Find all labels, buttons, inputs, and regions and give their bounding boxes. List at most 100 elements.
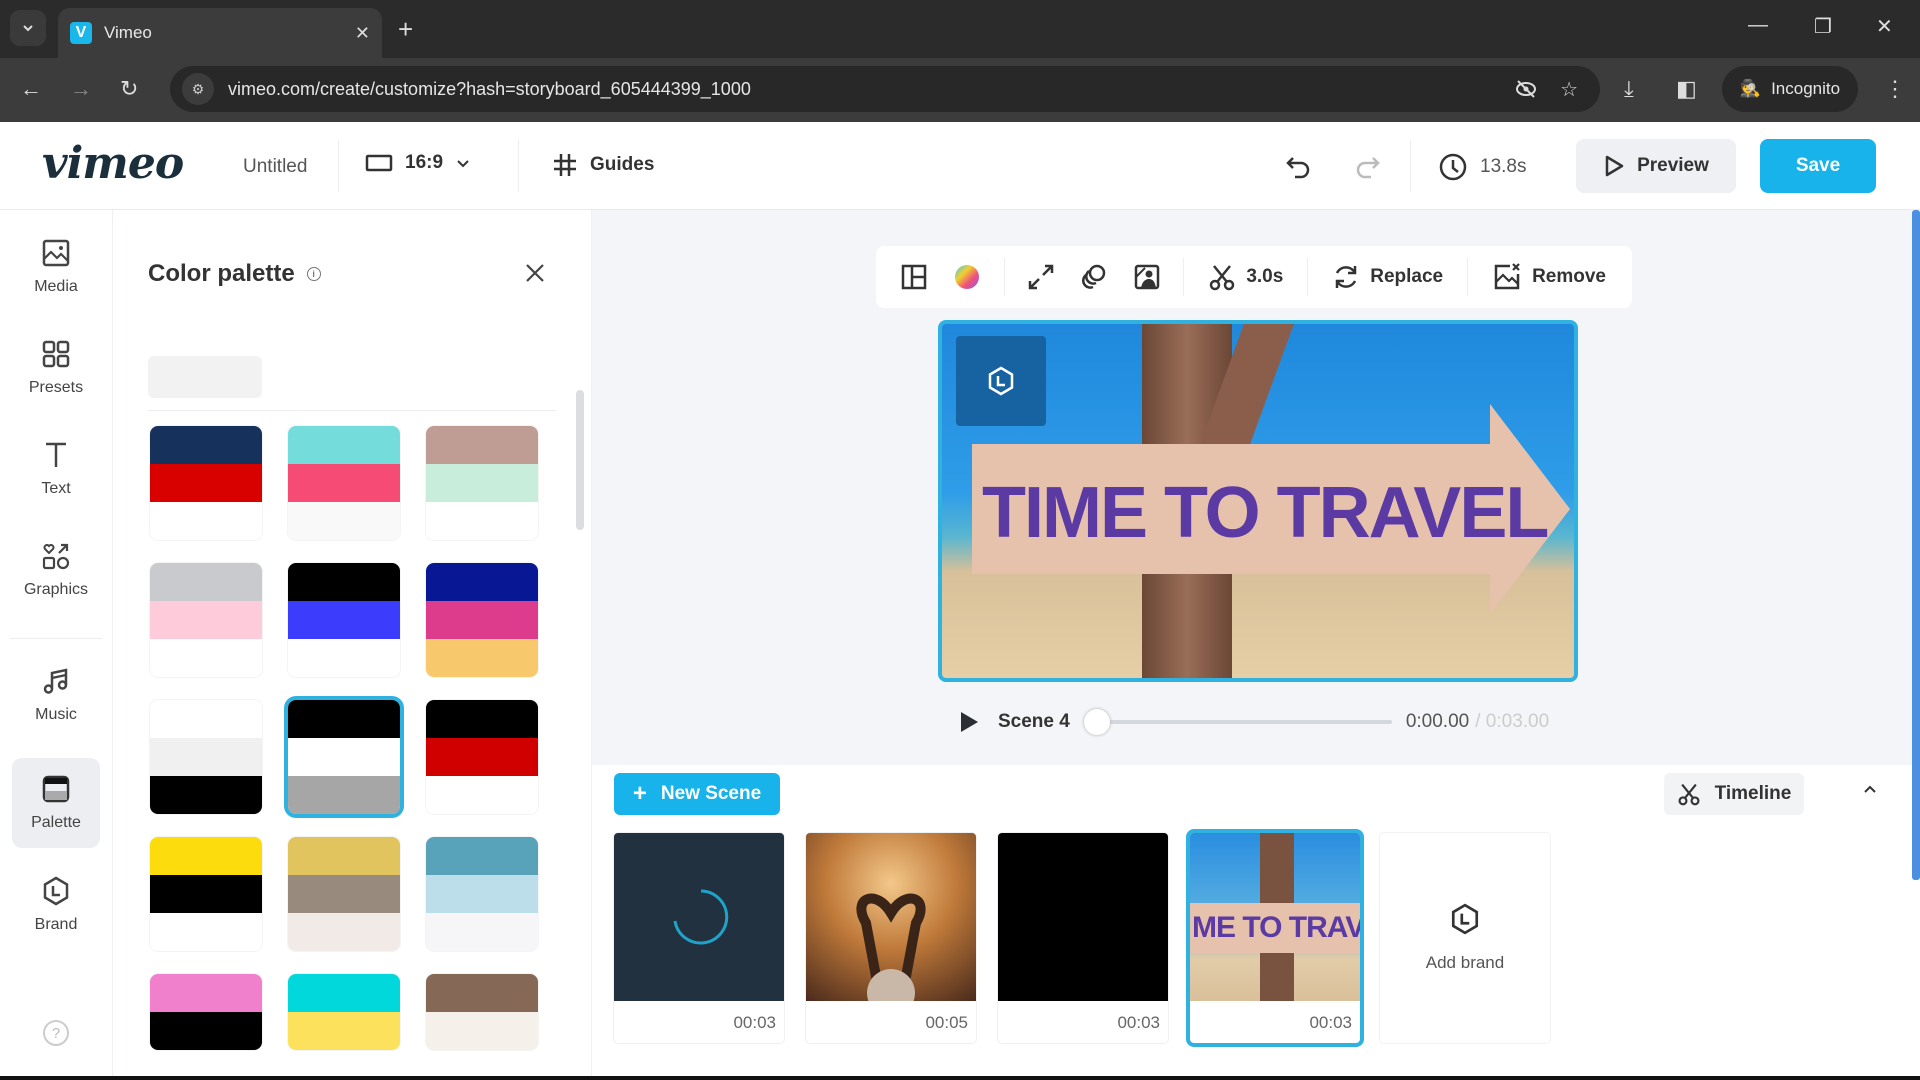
timeline-button[interactable]: Timeline: [1664, 773, 1804, 815]
left-sidebar: Media Presets Text Graphics Music Palett…: [0, 210, 113, 1080]
palette-swatch[interactable]: [150, 974, 262, 1050]
palette-color-band: [426, 426, 538, 464]
palette-swatch[interactable]: [426, 426, 538, 540]
undo-button[interactable]: [1284, 152, 1314, 182]
url-text[interactable]: vimeo.com/create/customize?hash=storyboa…: [228, 79, 1514, 100]
scene-card-4[interactable]: ME TO TRAVEL 00:03: [1190, 833, 1360, 1043]
palette-color-band: [288, 601, 400, 639]
palette-color-band: [426, 837, 538, 875]
overlay-icon: [1082, 264, 1106, 289]
palette-color-band: [426, 1012, 538, 1050]
sidebar-item-brand[interactable]: Brand: [12, 860, 100, 950]
palette-swatch[interactable]: [426, 837, 538, 951]
palette-swatch[interactable]: [150, 837, 262, 951]
scene-card-2[interactable]: 00:05: [806, 833, 976, 1043]
palette-swatch[interactable]: [150, 700, 262, 814]
scene-text[interactable]: TIME TO TRAVEL: [982, 472, 1549, 554]
side-panel-icon[interactable]: ◧: [1676, 76, 1697, 102]
incognito-badge[interactable]: 🕵 Incognito: [1722, 66, 1858, 112]
sidebar-item-text[interactable]: Text: [12, 424, 100, 514]
brand-icon: [43, 876, 69, 906]
chevron-down-icon: [23, 25, 33, 32]
kebab-menu-icon[interactable]: ⋮: [1884, 76, 1906, 102]
palette-color-band: [288, 913, 400, 951]
panel-scrollbar[interactable]: [576, 390, 584, 530]
save-button[interactable]: Save: [1760, 139, 1876, 193]
download-icon[interactable]: ⤓: [1624, 76, 1634, 102]
palette-color-band: [288, 776, 400, 814]
restore-icon[interactable]: ❐: [1814, 14, 1832, 39]
minimize-icon[interactable]: —: [1748, 14, 1768, 37]
new-tab-button[interactable]: +: [398, 14, 413, 45]
scene-card-1[interactable]: 00:03: [614, 833, 784, 1043]
palette-swatch[interactable]: [288, 974, 400, 1050]
remove-button[interactable]: Remove: [1478, 262, 1620, 292]
palette-swatch[interactable]: [426, 974, 538, 1050]
scene-card-3[interactable]: 00:03: [998, 833, 1168, 1043]
guides-button[interactable]: Guides: [552, 152, 654, 178]
duration-value: 13.8s: [1480, 156, 1527, 177]
eye-off-icon[interactable]: [1514, 77, 1538, 101]
project-title[interactable]: Untitled: [243, 156, 307, 178]
loading-spinner-icon: [673, 889, 729, 945]
window-close-icon[interactable]: ✕: [1876, 14, 1893, 39]
sidebar-label: Graphics: [23, 581, 89, 598]
sidebar-label: Brand: [34, 916, 78, 933]
custom-palette-swatch[interactable]: [148, 356, 262, 398]
preview-button[interactable]: Preview: [1576, 139, 1736, 193]
overlay-button[interactable]: [1068, 257, 1121, 297]
layout-button[interactable]: [888, 257, 941, 297]
aspect-ratio-value: 16:9: [405, 152, 444, 173]
replace-button[interactable]: Replace: [1318, 263, 1457, 291]
redo-button[interactable]: [1352, 152, 1382, 182]
palette-swatch[interactable]: [288, 837, 400, 951]
scene-label: Scene 4: [998, 711, 1070, 732]
scene-duration: 00:03: [1309, 1013, 1352, 1032]
palette-swatch[interactable]: [150, 426, 262, 540]
palette-swatch[interactable]: [426, 700, 538, 814]
expand-button[interactable]: [1015, 257, 1068, 297]
vimeo-logo[interactable]: vimeo: [42, 138, 184, 189]
background-remove-button[interactable]: [1121, 257, 1174, 297]
info-icon[interactable]: i: [306, 267, 321, 281]
aspect-ratio-select[interactable]: 16:9: [365, 152, 471, 174]
palette-color-band: [426, 700, 538, 738]
palette-swatch[interactable]: [288, 426, 400, 540]
sidebar-item-media[interactable]: Media: [12, 222, 100, 312]
tab-close-icon[interactable]: ✕: [355, 23, 370, 44]
palette-swatch[interactable]: [426, 563, 538, 677]
play-icon[interactable]: [958, 710, 980, 734]
star-icon[interactable]: ☆: [1560, 77, 1578, 102]
palette-color-band: [426, 502, 538, 540]
tab-search-button[interactable]: [10, 10, 46, 46]
sidebar-item-palette[interactable]: Palette: [12, 758, 100, 848]
add-brand-card[interactable]: Add brand: [1380, 833, 1550, 1043]
scrubber-handle[interactable]: [1083, 709, 1110, 735]
scene-preview[interactable]: TIME TO TRAVEL: [938, 320, 1578, 682]
trim-button[interactable]: 3.0s: [1194, 263, 1297, 291]
address-bar[interactable]: ⚙ vimeo.com/create/customize?hash=storyb…: [170, 66, 1600, 112]
palette-swatch[interactable]: [288, 563, 400, 677]
site-info-icon[interactable]: ⚙: [182, 73, 214, 105]
page-scrollbar[interactable]: [1912, 210, 1920, 880]
palette-color-band: [288, 1012, 400, 1050]
brand-logo-placeholder[interactable]: [956, 336, 1046, 426]
palette-color-band: [426, 875, 538, 913]
forward-icon[interactable]: →: [70, 76, 92, 102]
sidebar-item-presets[interactable]: Presets: [12, 323, 100, 413]
palette-swatch[interactable]: [150, 563, 262, 677]
palette-swatch[interactable]: [288, 700, 400, 814]
color-button[interactable]: [941, 257, 994, 297]
sidebar-item-graphics[interactable]: Graphics: [12, 525, 100, 615]
panel-title: Color palette i: [148, 260, 321, 288]
close-panel-icon[interactable]: [524, 262, 546, 284]
help-icon[interactable]: ?: [43, 1020, 69, 1046]
new-scene-button[interactable]: + New Scene: [614, 773, 780, 815]
scrubber-track[interactable]: [1083, 709, 1392, 735]
back-icon[interactable]: ←: [20, 76, 42, 102]
chevron-up-icon[interactable]: [1862, 781, 1878, 797]
palette-color-band: [150, 639, 262, 677]
browser-tab[interactable]: V Vimeo ✕: [58, 8, 382, 58]
reload-icon[interactable]: ↻: [120, 76, 138, 102]
sidebar-item-music[interactable]: Music: [12, 650, 100, 740]
